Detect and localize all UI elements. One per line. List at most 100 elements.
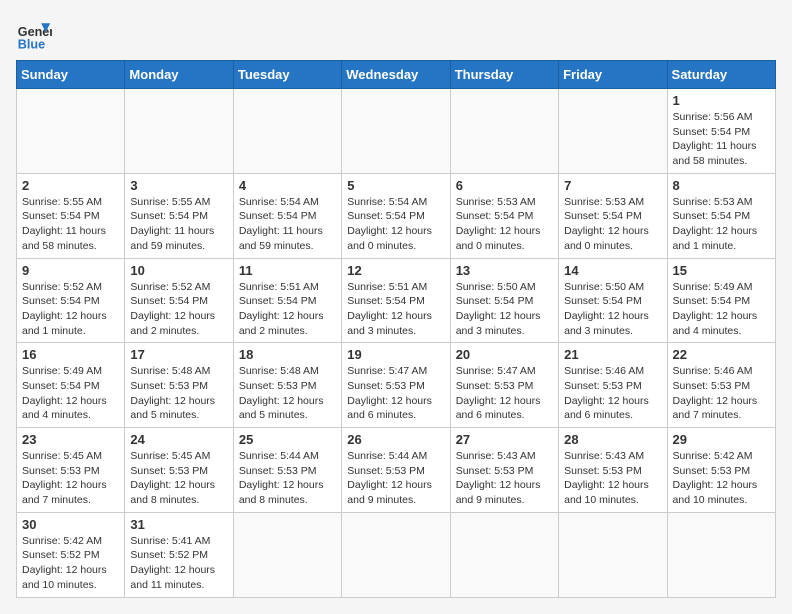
day-number: 29 — [673, 432, 770, 447]
calendar-cell — [233, 89, 341, 174]
calendar-body: 1 Sunrise: 5:56 AMSunset: 5:54 PMDaylight… — [17, 89, 776, 598]
day-info: Sunrise: 5:48 AMSunset: 5:53 PMDaylight:… — [239, 364, 336, 423]
day-number: 8 — [673, 178, 770, 193]
day-info: Sunrise: 5:49 AMSunset: 5:54 PMDaylight:… — [673, 280, 770, 339]
day-info: Sunrise: 5:43 AMSunset: 5:53 PMDaylight:… — [564, 449, 661, 508]
calendar-cell: 31Sunrise: 5:41 AMSunset: 5:52 PMDayligh… — [125, 512, 233, 597]
day-info: Sunrise: 5:50 AMSunset: 5:54 PMDaylight:… — [564, 280, 661, 339]
calendar-cell: 24Sunrise: 5:45 AMSunset: 5:53 PMDayligh… — [125, 428, 233, 513]
day-info: Sunrise: 5:48 AMSunset: 5:53 PMDaylight:… — [130, 364, 227, 423]
day-number: 25 — [239, 432, 336, 447]
day-number: 3 — [130, 178, 227, 193]
calendar-cell: 1 Sunrise: 5:56 AMSunset: 5:54 PMDaylight… — [667, 89, 775, 174]
day-info: Sunrise: 5:53 AMSunset: 5:54 PMDaylight:… — [673, 195, 770, 254]
calendar-cell: 21 Sunrise: 5:46 AMSunset: 5:53 PMDayligh… — [559, 343, 667, 428]
day-number: 20 — [456, 347, 553, 362]
calendar-cell: 18Sunrise: 5:48 AMSunset: 5:53 PMDayligh… — [233, 343, 341, 428]
svg-text:Blue: Blue — [18, 37, 45, 51]
day-info: Sunrise: 5:47 AMSunset: 5:53 PMDaylight:… — [347, 364, 444, 423]
day-header-monday: Monday — [125, 61, 233, 89]
day-number: 6 — [456, 178, 553, 193]
day-number: 10 — [130, 263, 227, 278]
day-info: Sunrise: 5:54 AMSunset: 5:54 PMDaylight:… — [239, 195, 336, 254]
day-number: 5 — [347, 178, 444, 193]
day-number: 11 — [239, 263, 336, 278]
day-number: 22 — [673, 347, 770, 362]
day-info: Sunrise: 5:51 AMSunset: 5:54 PMDaylight:… — [239, 280, 336, 339]
calendar-cell: 26 Sunrise: 5:44 AMSunset: 5:53 PMDayligh… — [342, 428, 450, 513]
day-info: Sunrise: 5:46 AMSunset: 5:53 PMDaylight:… — [564, 364, 661, 423]
calendar-cell: 4Sunrise: 5:54 AMSunset: 5:54 PMDaylight… — [233, 173, 341, 258]
calendar-cell: 7 Sunrise: 5:53 AMSunset: 5:54 PMDaylight… — [559, 173, 667, 258]
day-number: 21 — [564, 347, 661, 362]
day-number: 27 — [456, 432, 553, 447]
calendar-cell — [233, 512, 341, 597]
week-row-2: 2 Sunrise: 5:55 AMSunset: 5:54 PMDaylight… — [17, 173, 776, 258]
calendar-cell: 5Sunrise: 5:54 AMSunset: 5:54 PMDaylight… — [342, 173, 450, 258]
calendar-cell: 8 Sunrise: 5:53 AMSunset: 5:54 PMDaylight… — [667, 173, 775, 258]
day-info: Sunrise: 5:46 AMSunset: 5:53 PMDaylight:… — [673, 364, 770, 423]
day-info: Sunrise: 5:44 AMSunset: 5:53 PMDaylight:… — [347, 449, 444, 508]
day-number: 23 — [22, 432, 119, 447]
calendar-cell: 19 Sunrise: 5:47 AMSunset: 5:53 PMDayligh… — [342, 343, 450, 428]
day-header-friday: Friday — [559, 61, 667, 89]
calendar-cell: 28 Sunrise: 5:43 AMSunset: 5:53 PMDayligh… — [559, 428, 667, 513]
calendar-cell: 13 Sunrise: 5:50 AMSunset: 5:54 PMDayligh… — [450, 258, 558, 343]
day-info: Sunrise: 5:43 AMSunset: 5:53 PMDaylight:… — [456, 449, 553, 508]
calendar-cell: 27 Sunrise: 5:43 AMSunset: 5:53 PMDayligh… — [450, 428, 558, 513]
calendar-cell: 11 Sunrise: 5:51 AMSunset: 5:54 PMDayligh… — [233, 258, 341, 343]
day-number: 28 — [564, 432, 661, 447]
day-number: 13 — [456, 263, 553, 278]
day-header-thursday: Thursday — [450, 61, 558, 89]
calendar-cell — [667, 512, 775, 597]
day-info: Sunrise: 5:52 AMSunset: 5:54 PMDaylight:… — [22, 280, 119, 339]
calendar-cell: 20Sunrise: 5:47 AMSunset: 5:53 PMDayligh… — [450, 343, 558, 428]
day-info: Sunrise: 5:55 AMSunset: 5:54 PMDaylight:… — [130, 195, 227, 254]
day-header-sunday: Sunday — [17, 61, 125, 89]
day-number: 30 — [22, 517, 119, 532]
calendar-cell: 6 Sunrise: 5:53 AMSunset: 5:54 PMDaylight… — [450, 173, 558, 258]
calendar-cell: 25 Sunrise: 5:44 AMSunset: 5:53 PMDayligh… — [233, 428, 341, 513]
week-row-1: 1 Sunrise: 5:56 AMSunset: 5:54 PMDaylight… — [17, 89, 776, 174]
calendar-cell: 17Sunrise: 5:48 AMSunset: 5:53 PMDayligh… — [125, 343, 233, 428]
day-header-wednesday: Wednesday — [342, 61, 450, 89]
calendar-cell: 9 Sunrise: 5:52 AMSunset: 5:54 PMDaylight… — [17, 258, 125, 343]
header: General Blue — [16, 16, 776, 52]
day-info: Sunrise: 5:56 AMSunset: 5:54 PMDaylight:… — [673, 110, 770, 169]
day-info: Sunrise: 5:53 AMSunset: 5:54 PMDaylight:… — [564, 195, 661, 254]
week-row-3: 9 Sunrise: 5:52 AMSunset: 5:54 PMDaylight… — [17, 258, 776, 343]
calendar-cell — [450, 512, 558, 597]
day-number: 16 — [22, 347, 119, 362]
calendar-cell — [450, 89, 558, 174]
day-info: Sunrise: 5:53 AMSunset: 5:54 PMDaylight:… — [456, 195, 553, 254]
day-number: 24 — [130, 432, 227, 447]
calendar-cell: 22 Sunrise: 5:46 AMSunset: 5:53 PMDayligh… — [667, 343, 775, 428]
day-number: 31 — [130, 517, 227, 532]
day-info: Sunrise: 5:44 AMSunset: 5:53 PMDaylight:… — [239, 449, 336, 508]
calendar-cell: 29 Sunrise: 5:42 AMSunset: 5:53 PMDayligh… — [667, 428, 775, 513]
day-info: Sunrise: 5:51 AMSunset: 5:54 PMDaylight:… — [347, 280, 444, 339]
day-header-tuesday: Tuesday — [233, 61, 341, 89]
calendar-cell: 16Sunrise: 5:49 AMSunset: 5:54 PMDayligh… — [17, 343, 125, 428]
calendar-cell: 12 Sunrise: 5:51 AMSunset: 5:54 PMDayligh… — [342, 258, 450, 343]
day-info: Sunrise: 5:42 AMSunset: 5:53 PMDaylight:… — [673, 449, 770, 508]
day-number: 9 — [22, 263, 119, 278]
calendar-cell — [17, 89, 125, 174]
calendar-cell: 30Sunrise: 5:42 AMSunset: 5:52 PMDayligh… — [17, 512, 125, 597]
logo: General Blue — [16, 16, 52, 52]
calendar-cell: 10 Sunrise: 5:52 AMSunset: 5:54 PMDayligh… — [125, 258, 233, 343]
day-info: Sunrise: 5:50 AMSunset: 5:54 PMDaylight:… — [456, 280, 553, 339]
week-row-4: 16Sunrise: 5:49 AMSunset: 5:54 PMDayligh… — [17, 343, 776, 428]
calendar-cell — [125, 89, 233, 174]
day-number: 2 — [22, 178, 119, 193]
day-number: 15 — [673, 263, 770, 278]
day-info: Sunrise: 5:52 AMSunset: 5:54 PMDaylight:… — [130, 280, 227, 339]
day-number: 26 — [347, 432, 444, 447]
day-number: 1 — [673, 93, 770, 108]
calendar-cell: 3 Sunrise: 5:55 AMSunset: 5:54 PMDaylight… — [125, 173, 233, 258]
day-number: 7 — [564, 178, 661, 193]
calendar: SundayMondayTuesdayWednesdayThursdayFrid… — [16, 60, 776, 598]
calendar-cell — [342, 89, 450, 174]
day-number: 12 — [347, 263, 444, 278]
day-number: 19 — [347, 347, 444, 362]
